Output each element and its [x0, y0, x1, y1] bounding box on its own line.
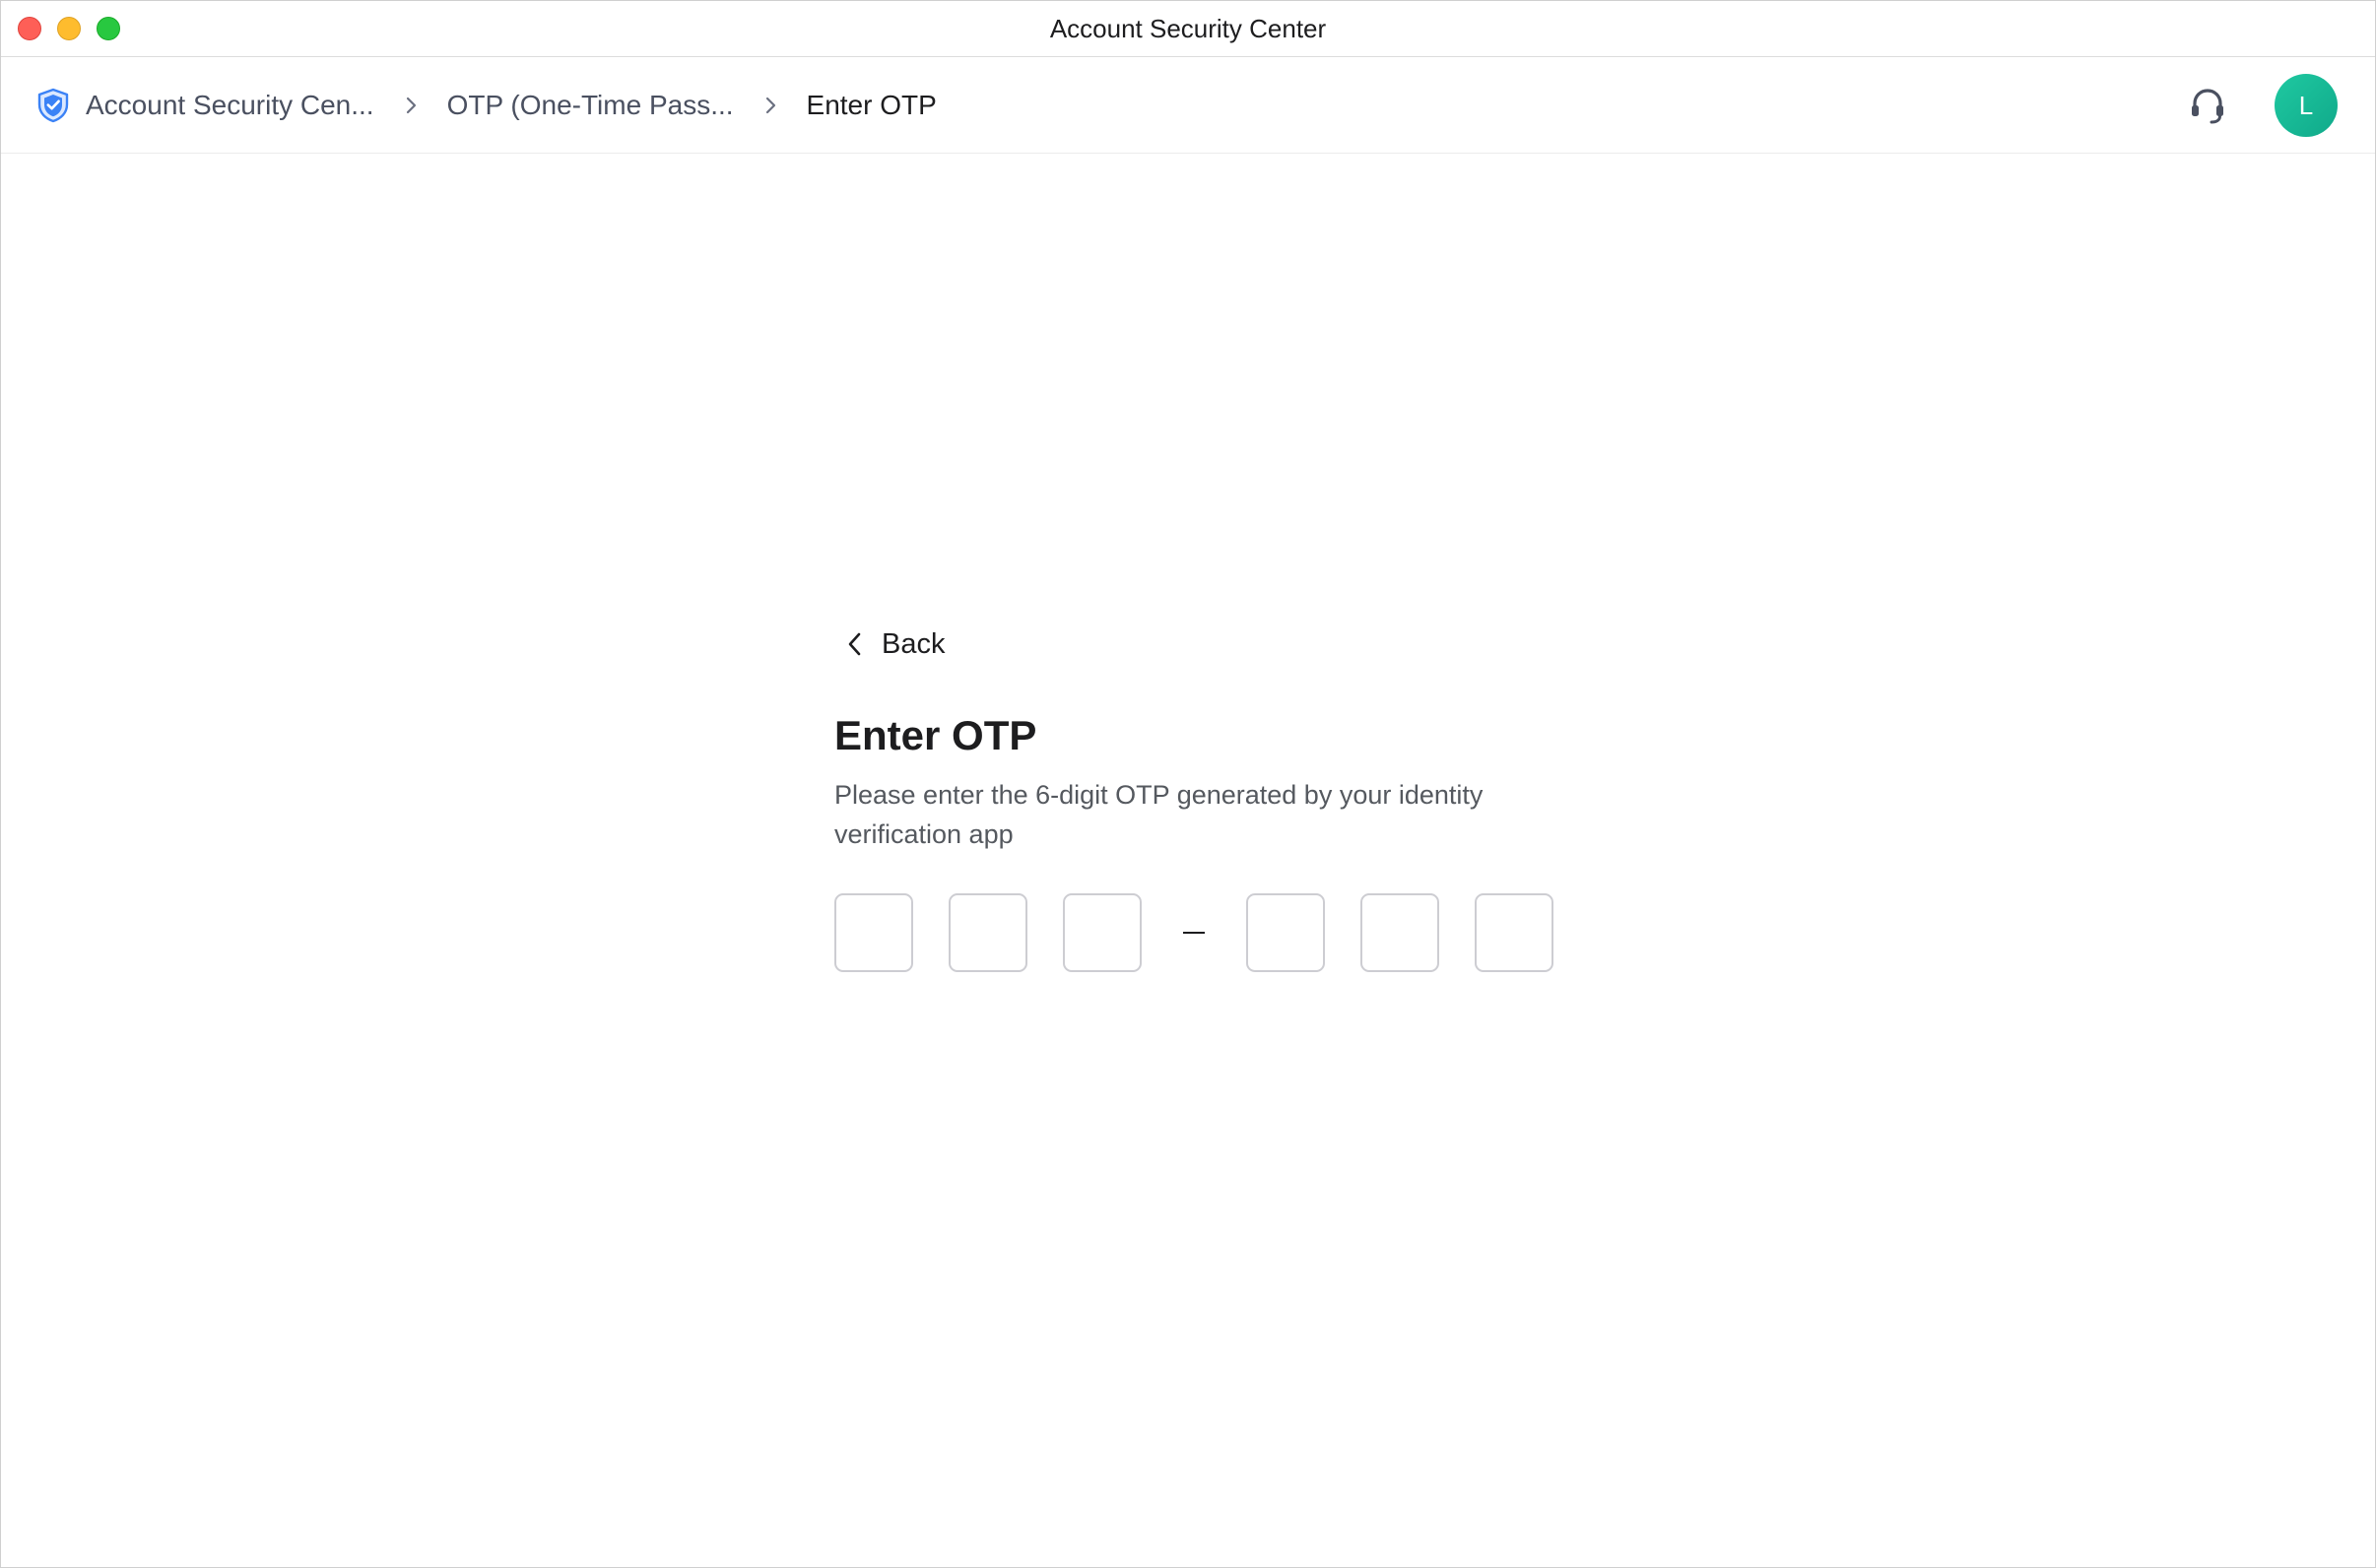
- otp-separator: [1177, 932, 1211, 934]
- back-button[interactable]: Back: [842, 621, 1553, 667]
- otp-digit-2[interactable]: [949, 893, 1027, 972]
- avatar[interactable]: L: [2275, 73, 2338, 137]
- title-bar: Account Security Center: [1, 1, 2375, 57]
- otp-digit-1[interactable]: [834, 893, 913, 972]
- app-window: Account Security Center Account Security…: [0, 0, 2376, 1568]
- otp-digit-5[interactable]: [1360, 893, 1439, 972]
- otp-digit-3[interactable]: [1063, 893, 1142, 972]
- breadcrumb: Account Security Cen... OTP (One-Time Pa…: [36, 57, 937, 153]
- chevron-left-icon: [848, 632, 861, 656]
- chevron-right-icon: [765, 97, 775, 113]
- chevron-right-icon: [406, 97, 416, 113]
- header-actions: L: [2186, 57, 2338, 153]
- page-description: Please enter the 6-digit OTP generated b…: [834, 780, 1484, 849]
- back-label: Back: [882, 627, 946, 660]
- breadcrumb-item-security-center[interactable]: Account Security Cen...: [86, 90, 374, 121]
- page-title: Enter OTP: [834, 712, 1037, 758]
- otp-panel: Back Enter OTP Please enter the 6-digit …: [834, 621, 1553, 972]
- breadcrumb-item-current: Enter OTP: [806, 89, 937, 120]
- header-bar: Account Security Cen... OTP (One-Time Pa…: [1, 57, 2375, 154]
- shield-icon: [37, 88, 69, 122]
- otp-input-group: [834, 893, 1553, 972]
- otp-digit-6[interactable]: [1475, 893, 1553, 972]
- window-title: Account Security Center: [1049, 14, 1327, 43]
- otp-digit-4[interactable]: [1246, 893, 1325, 972]
- otp-dash: [1183, 932, 1205, 934]
- headset-icon[interactable]: [2186, 84, 2229, 127]
- breadcrumb-item-otp[interactable]: OTP (One-Time Pass...: [447, 90, 734, 121]
